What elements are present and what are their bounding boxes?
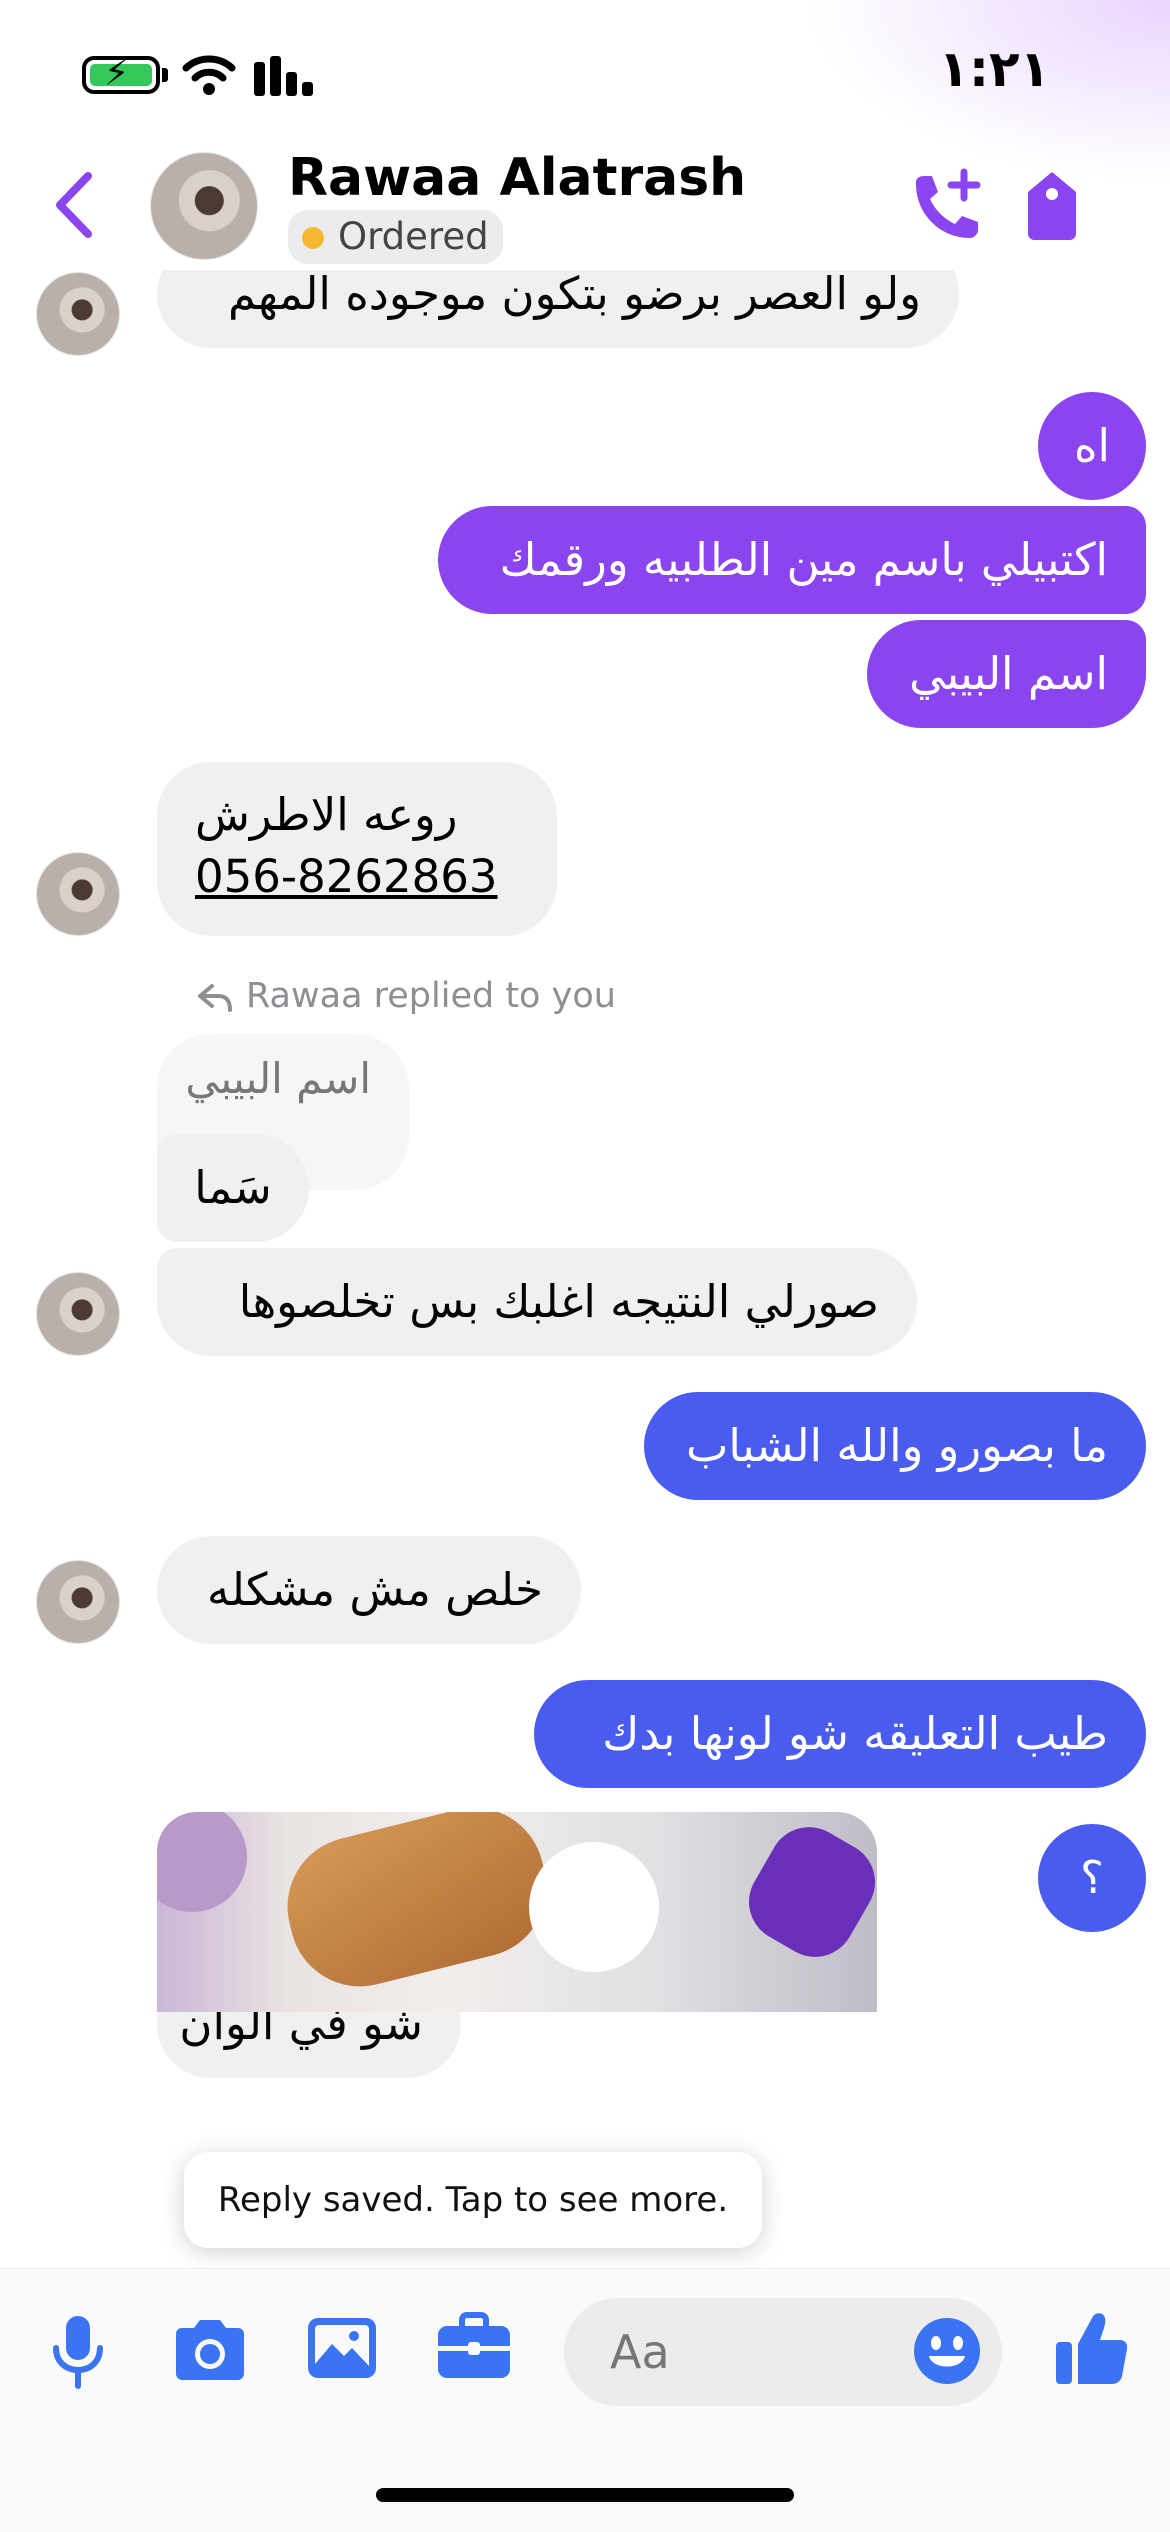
status-time: ١:٢١ (938, 40, 1050, 98)
battery-charging-icon: ⚡ (82, 54, 160, 94)
message-incoming[interactable]: سَما (157, 1134, 309, 1242)
microphone-icon[interactable] (50, 2314, 106, 2390)
add-call-icon[interactable] (906, 168, 986, 248)
sender-avatar[interactable] (36, 1560, 120, 1644)
message-outgoing[interactable]: طيب التعليقه شو لونها بدك (534, 1680, 1146, 1788)
message-outgoing[interactable]: اسم البيبي (867, 620, 1146, 728)
sender-avatar[interactable] (36, 1272, 120, 1356)
reply-note: Rawaa replied to you (246, 976, 616, 1016)
sender-avatar[interactable] (36, 272, 120, 356)
tag-icon[interactable] (1022, 168, 1082, 242)
order-status-text: Ordered (338, 215, 489, 258)
reply-arrow-icon (198, 984, 232, 1012)
message-line: روعه الاطرش (195, 788, 458, 841)
message-incoming[interactable]: خلص مش مشكله (157, 1536, 581, 1644)
message-incoming[interactable]: صورلي النتيجه اغلبك بس تخلصوها (157, 1248, 917, 1356)
battery-cap (162, 68, 168, 82)
phone-number-link[interactable]: 056-8262863 (195, 846, 519, 908)
home-indicator (376, 2488, 794, 2502)
label-dot-icon (302, 227, 324, 249)
order-status-label[interactable]: Ordered (288, 210, 503, 264)
emoji-icon[interactable] (912, 2316, 982, 2386)
message-incoming[interactable]: ولو العصر برضو بتكون موجوده المهم (157, 270, 959, 348)
camera-icon[interactable] (172, 2318, 248, 2382)
message-outgoing[interactable]: اه (1038, 392, 1146, 500)
message-incoming-contact[interactable]: روعه الاطرش 056-8262863 (157, 762, 557, 936)
reply-saved-toast[interactable]: Reply saved. Tap to see more. (184, 2152, 762, 2248)
contact-name[interactable]: Rawaa Alatrash (288, 148, 746, 208)
sender-avatar[interactable] (36, 852, 120, 936)
message-outgoing[interactable]: ما بصورو والله الشباب (644, 1392, 1146, 1500)
wifi-icon (182, 55, 236, 95)
photo-gallery-icon[interactable] (306, 2314, 378, 2382)
back-chevron-icon[interactable] (50, 170, 100, 240)
thumbs-up-icon[interactable] (1054, 2310, 1130, 2386)
photo-attachment[interactable] (157, 1812, 877, 2012)
contact-avatar[interactable] (150, 152, 258, 260)
media-overlay-button[interactable] (529, 1842, 659, 1972)
message-outgoing[interactable]: ؟ (1038, 1824, 1146, 1932)
message-outgoing[interactable]: اكتبيلي باسم مين الطلبيه ورقمك (438, 506, 1146, 614)
signal-icon (254, 56, 318, 96)
briefcase-icon[interactable] (436, 2312, 512, 2382)
